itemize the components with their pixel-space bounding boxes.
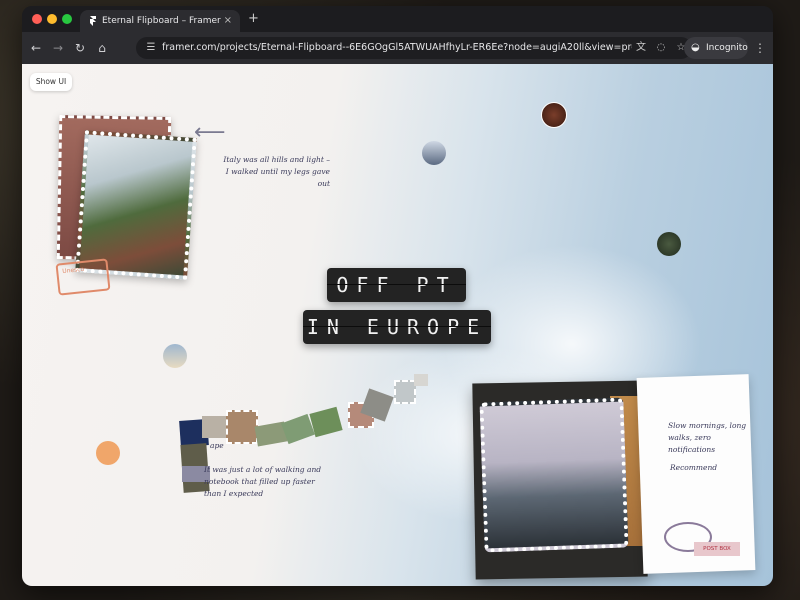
translate-icon[interactable]: 文 xyxy=(634,41,648,55)
incognito-indicator[interactable]: ◒ Incognito xyxy=(684,37,748,59)
note-walking: It was just a lot of walking and noteboo… xyxy=(204,465,322,498)
flip-divider xyxy=(303,326,491,327)
orange-circle[interactable] xyxy=(96,441,120,465)
note-slow-mornings: Slow mornings, long walks, zero notifica… xyxy=(668,421,747,454)
seal-stamp: Unesco xyxy=(55,258,111,296)
flip-divider xyxy=(327,284,466,285)
flipboard-text-2: IN EUROPE xyxy=(306,315,488,339)
collage-item xyxy=(226,410,258,444)
reload-button[interactable]: ↻ xyxy=(72,40,88,56)
url-text[interactable]: framer.com/projects/Eternal-Flipboard--6… xyxy=(162,37,632,59)
browser-menu-button[interactable]: ⋮ xyxy=(754,40,766,56)
back-button[interactable]: ← xyxy=(28,40,44,56)
home-button[interactable]: ⌂ xyxy=(94,40,110,56)
flipboard-line-2: IN EUROPE xyxy=(303,310,491,344)
collage-item xyxy=(309,406,343,438)
minimize-window-button[interactable] xyxy=(47,14,57,24)
note-partial: ape xyxy=(210,441,224,450)
arrow-icon: ⟵ xyxy=(194,120,226,145)
address-bar[interactable]: ☰ framer.com/projects/Eternal-Flipboard-… xyxy=(136,37,692,59)
collage-item xyxy=(414,374,428,386)
note-recommend: Recommend xyxy=(670,463,718,472)
collage-item xyxy=(394,380,416,404)
post-box-stamp: POST BOX xyxy=(694,542,740,556)
incognito-label: Incognito xyxy=(706,43,748,53)
framer-preview-canvas: Show UI Unesco ⟵ Italy was all hills and… xyxy=(22,64,773,586)
photo-circle[interactable] xyxy=(422,141,446,165)
flipboard-text-1: OFF PT xyxy=(336,273,457,297)
photo-circle[interactable] xyxy=(163,344,187,368)
italy-lake-photo xyxy=(75,130,197,280)
tab-title: Eternal Flipboard – Framer xyxy=(102,16,221,26)
incognito-icon: ◒ xyxy=(691,42,700,53)
framer-icon xyxy=(90,16,96,26)
close-window-button[interactable] xyxy=(32,14,42,24)
photo-circle[interactable] xyxy=(541,102,567,128)
seal-text: Unesco xyxy=(61,265,85,276)
tab-close-icon[interactable]: × xyxy=(224,10,232,32)
collage-item xyxy=(202,416,226,438)
flipboard-line-1: OFF PT xyxy=(327,268,466,302)
tab-eternal-flipboard[interactable]: Eternal Flipboard – Framer × xyxy=(80,10,240,32)
forward-button[interactable]: → xyxy=(50,40,66,56)
maximize-window-button[interactable] xyxy=(62,14,72,24)
tab-strip: Eternal Flipboard – Framer × + xyxy=(22,6,773,32)
browser-toolbar: ← → ↻ ⌂ ☰ framer.com/projects/Eternal-Fl… xyxy=(22,32,773,64)
note-italy: Italy was all hills and light – I walked… xyxy=(223,155,330,188)
lake-boat-photo xyxy=(479,397,629,553)
show-ui-button[interactable]: Show UI xyxy=(30,73,72,91)
eye-off-icon[interactable]: ◌ xyxy=(654,41,668,55)
photo-circle[interactable] xyxy=(657,232,681,256)
site-settings-icon[interactable]: ☰ xyxy=(144,41,158,55)
browser-window: Eternal Flipboard – Framer × + ← → ↻ ⌂ ☰… xyxy=(22,6,773,586)
new-tab-button[interactable]: + xyxy=(248,10,259,28)
